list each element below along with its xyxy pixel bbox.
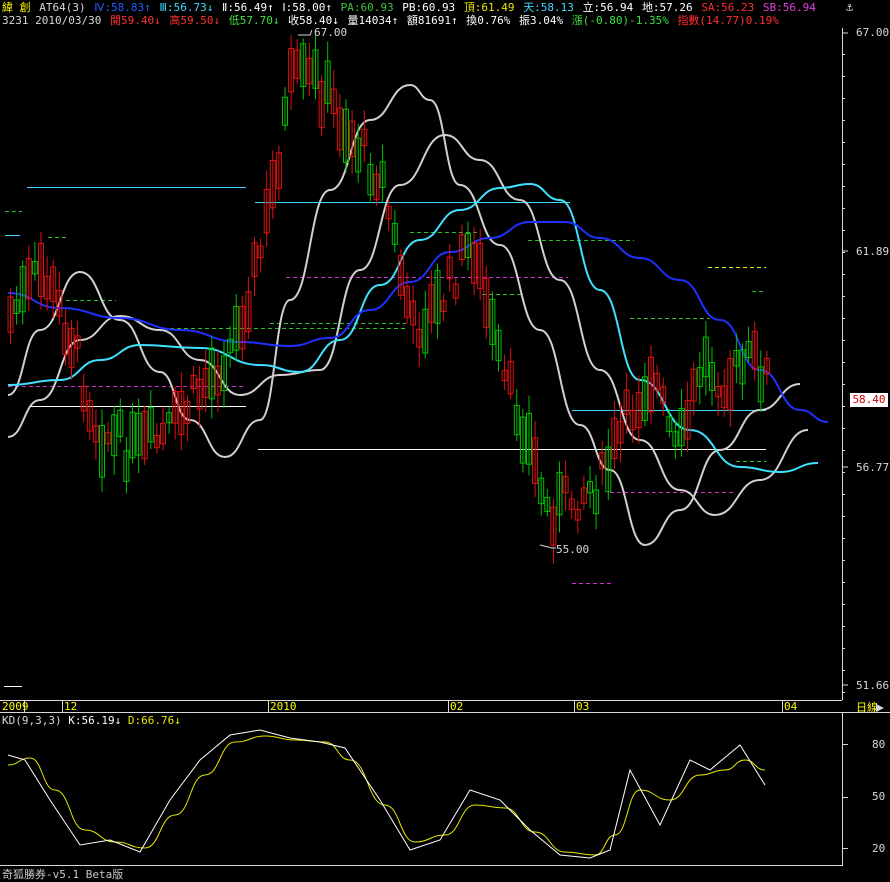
stock-name: 緯 創 [2, 1, 31, 14]
ma-line-white-slow [7, 133, 809, 517]
kd-d-line [7, 735, 766, 856]
price-tick: 67.00 [856, 26, 889, 39]
level-pa: PA:60.93 [340, 1, 394, 14]
price-tick: 61.89 [856, 245, 889, 258]
price-chart[interactable]: 67.00 61.89 56.77 51.66 67.00 55.00 2009… [0, 0, 890, 882]
app-version: 奇狐勝券-v5.1 Beta版 [2, 868, 124, 881]
time-label: 12 [64, 700, 77, 713]
turnover: 換0.76% [466, 14, 511, 27]
ma-line-blue [7, 221, 829, 423]
high-pointer [298, 29, 313, 36]
amount: 額81691↑ [406, 14, 458, 27]
code-date: 3231 2010/03/30 [2, 14, 102, 27]
kd-d-value: D:66.76↓ [127, 714, 181, 727]
level-sb: SB:56.94 [762, 1, 816, 14]
scroll-arrow-icon[interactable] [876, 704, 884, 712]
level-iv: Ⅳ:58.83↑ [94, 1, 151, 14]
level-iii: Ⅲ:56.73↓ [159, 1, 214, 14]
time-axis: 2009 12 2010 02 03 04 日線 [2, 700, 878, 714]
kd-tick: 20 [872, 842, 885, 855]
index-change: 指數(14.77)0.19% [677, 14, 779, 27]
indicator-header: 緯 創 AT64(3) Ⅳ:58.83↑ Ⅲ:56.73↓ Ⅱ:56.49↑ Ⅰ… [2, 1, 818, 14]
level-pb: PB:60.93 [402, 1, 456, 14]
kd-label: KD(9,3,3) [2, 714, 62, 727]
close-price: 收58.40↓ [288, 14, 339, 27]
kd-panel: 80 50 20 [7, 729, 885, 859]
kd-tick: 50 [872, 790, 885, 803]
time-label: 03 [576, 700, 589, 713]
anchor-icon[interactable]: ⚓ [846, 0, 853, 14]
kd-header: KD(9,3,3) K:56.19↓ D:66.76↓ [2, 714, 181, 727]
current-price-tag: 58.40 [850, 393, 888, 407]
time-label: 02 [450, 700, 463, 713]
level-ding: 頂:61.49 [463, 1, 515, 14]
low-annotation: 55.00 [556, 543, 589, 556]
kd-k-line [7, 729, 766, 859]
level-li: 立:56.94 [582, 1, 634, 14]
level-i: Ⅰ:58.00↑ [282, 1, 332, 14]
price-tick: 51.66 [856, 679, 889, 692]
time-label: 2009 [2, 700, 29, 713]
open-price: 開59.40↓ [109, 14, 161, 27]
high-price: 高59.50↓ [169, 14, 221, 27]
change: 漲(-0.80)-1.35% [571, 14, 669, 27]
time-label: 04 [784, 700, 798, 713]
indicator-name: AT64(3) [39, 1, 86, 14]
chart-window: 67.00 61.89 56.77 51.66 67.00 55.00 2009… [0, 0, 890, 882]
price-tick: 56.77 [856, 461, 889, 474]
level-di: 地:57.26 [641, 1, 693, 14]
amplitude: 振3.04% [518, 14, 564, 27]
quote-header: 3231 2010/03/30 開59.40↓ 高59.50↓ 低57.70↓ … [2, 14, 781, 27]
low-price: 低57.70↓ [228, 14, 280, 27]
high-annotation: 67.00 [314, 26, 347, 39]
kd-k-value: K:56.19↓ [68, 714, 122, 727]
kd-tick: 80 [872, 738, 885, 751]
level-sa: SA:56.23 [701, 1, 755, 14]
level-ii: Ⅱ:56.49↑ [221, 1, 274, 14]
time-label: 2010 [270, 700, 297, 713]
volume: 量14034↑ [347, 14, 399, 27]
period-label: 日線 [856, 700, 878, 714]
level-tian: 天:58.13 [523, 1, 574, 14]
